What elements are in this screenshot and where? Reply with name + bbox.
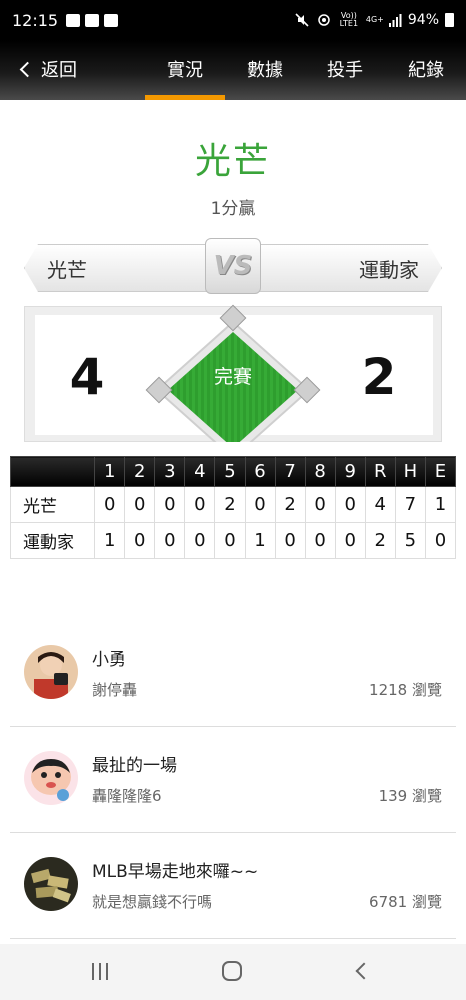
list-item[interactable]: MLB早場走地來囉~~ 就是想贏錢不行嗎 6781 瀏覽 — [10, 833, 456, 939]
post-title: 最扯的一場 — [92, 756, 177, 776]
post-author: 就是想贏錢不行嗎 — [92, 893, 213, 911]
total-errors: 0 — [424, 522, 457, 559]
inning-score: 1 — [94, 522, 126, 559]
hits-header: H — [394, 456, 426, 487]
inning-score: 0 — [304, 486, 336, 523]
inning-score: 0 — [334, 486, 366, 523]
inning-score: 0 — [154, 486, 186, 523]
inning-score: 0 — [184, 522, 216, 559]
inning-score: 0 — [184, 486, 216, 523]
linescore-corner — [9, 456, 96, 487]
post-title: MLB早場走地來囉~~ — [92, 862, 259, 882]
runs-header: R — [364, 456, 396, 487]
total-hits: 7 — [394, 486, 426, 523]
post-author: 轟隆隆隆6 — [92, 787, 162, 805]
second-base — [219, 304, 247, 332]
home-icon[interactable] — [222, 961, 242, 981]
inning-score: 0 — [274, 522, 306, 559]
inning-header: 4 — [184, 456, 216, 487]
avatar — [24, 751, 78, 805]
away-score: 2 — [361, 348, 397, 406]
list-item[interactable]: 最扯的一場 轟隆隆隆6 139 瀏覽 — [10, 727, 456, 833]
errors-header: E — [424, 456, 457, 487]
inning-score: 0 — [304, 522, 336, 559]
inning-header: 1 — [94, 456, 126, 487]
inning-score: 2 — [274, 486, 306, 523]
system-nav-bar — [0, 944, 466, 1000]
total-runs: 2 — [364, 522, 396, 559]
inning-header: 8 — [304, 456, 336, 487]
inning-score: 0 — [244, 486, 276, 523]
linescore-table: 1 2 3 4 5 6 7 8 9 R H E 光芒 0 0 0 0 2 0 2… — [9, 456, 457, 559]
post-views: 6781 瀏覽 — [369, 893, 442, 911]
avatar — [24, 645, 78, 699]
inning-score: 0 — [154, 522, 186, 559]
post-views: 1218 瀏覽 — [369, 681, 442, 699]
inning-header: 2 — [124, 456, 156, 487]
table-row: 運動家 1 0 0 0 0 1 0 0 0 2 5 0 — [9, 522, 457, 559]
linescore-header-row: 1 2 3 4 5 6 7 8 9 R H E — [9, 456, 457, 487]
home-score: 4 — [69, 348, 105, 406]
inning-header: 6 — [244, 456, 276, 487]
avatar — [24, 857, 78, 911]
inning-score: 0 — [124, 522, 156, 559]
post-title: 小勇 — [92, 650, 126, 670]
row-team-name: 光芒 — [9, 486, 96, 523]
inning-score: 0 — [334, 522, 366, 559]
inning-header: 5 — [214, 456, 246, 487]
table-row: 光芒 0 0 0 0 2 0 2 0 0 4 7 1 — [9, 486, 457, 523]
inning-score: 0 — [94, 486, 126, 523]
inning-score: 0 — [124, 486, 156, 523]
post-author: 謝停轟 — [92, 681, 138, 699]
inning-score: 1 — [244, 522, 276, 559]
inning-score: 2 — [214, 486, 246, 523]
inning-header: 3 — [154, 456, 186, 487]
row-team-name: 運動家 — [9, 522, 96, 559]
list-item[interactable]: 小勇 謝停轟 1218 瀏覽 — [10, 621, 456, 727]
inning-header: 9 — [334, 456, 366, 487]
recent-apps-icon[interactable] — [92, 963, 108, 980]
inning-header: 7 — [274, 456, 306, 487]
inning-score: 0 — [214, 522, 246, 559]
total-hits: 5 — [394, 522, 426, 559]
total-errors: 1 — [424, 486, 457, 523]
system-back-icon[interactable] — [355, 962, 373, 980]
total-runs: 4 — [364, 486, 396, 523]
post-views: 139 瀏覽 — [378, 787, 442, 805]
game-status: 完賽 — [213, 366, 252, 388]
